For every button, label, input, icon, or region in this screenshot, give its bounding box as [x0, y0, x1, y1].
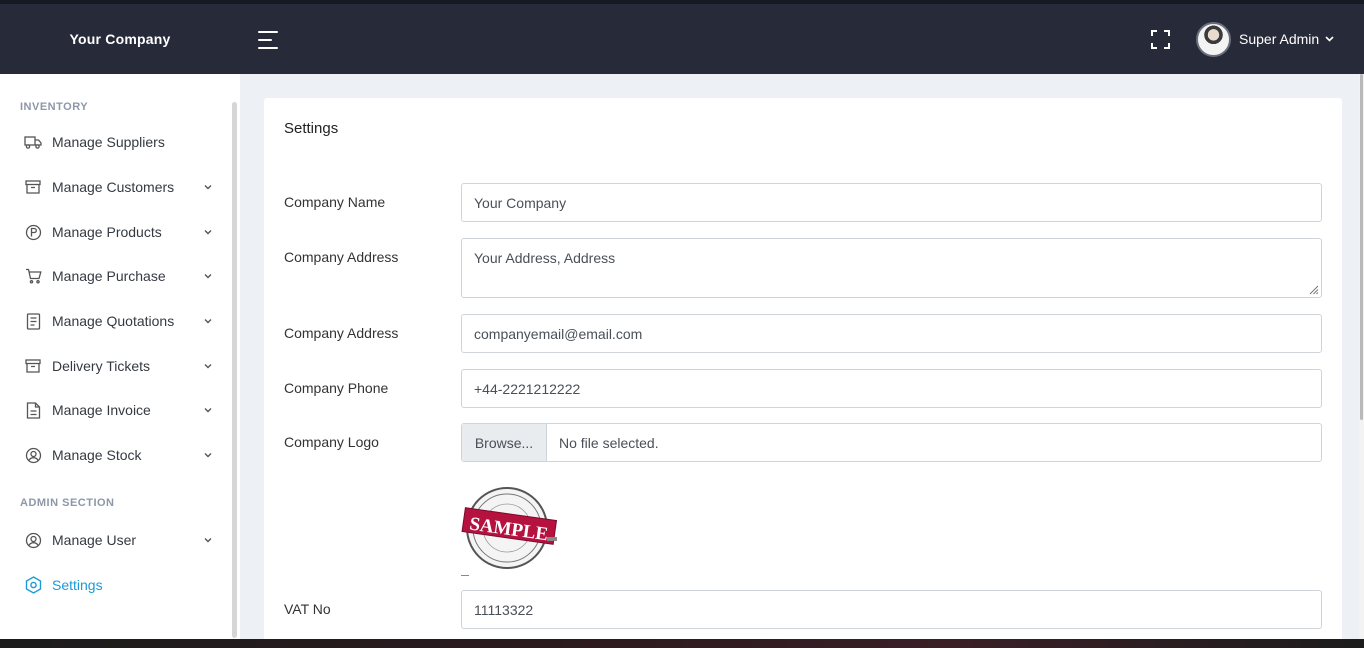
user-name: Super Admin	[1239, 31, 1320, 47]
sidebar-item-label: Manage Suppliers	[52, 134, 165, 150]
sidebar-item-label: Manage Purchase	[52, 268, 166, 284]
sidebar-item-label: Manage Customers	[52, 179, 175, 195]
company-phone-label: Company Phone	[284, 380, 389, 396]
sidebar-item-customers[interactable]: Manage Customers	[0, 167, 230, 207]
chevron-down-icon	[204, 230, 212, 235]
sidebar-item-invoice[interactable]: Manage Invoice	[0, 390, 230, 430]
page-title: Settings	[284, 120, 339, 137]
chevron-down-icon	[204, 453, 212, 458]
archive-icon	[24, 178, 42, 196]
company-logo-label: Company Logo	[284, 434, 379, 450]
invoice-icon	[24, 401, 42, 419]
logo-caption-mark	[461, 575, 469, 576]
app-window: Your Company Super Admin INVENTORY Manag…	[0, 4, 1364, 648]
taskbar-strip	[0, 639, 1364, 648]
page-scrollbar-thumb[interactable]	[1360, 74, 1363, 420]
sidebar-item-user[interactable]: Manage User	[0, 520, 230, 560]
chevron-down-icon	[204, 364, 212, 369]
sidebar-item-label: Delivery Tickets	[52, 358, 151, 374]
chevron-down-icon	[204, 185, 212, 190]
company-address-textarea[interactable]: Your Address, Address	[461, 238, 1322, 298]
section-title-inventory: INVENTORY	[20, 101, 89, 113]
chevron-down-icon	[204, 274, 212, 279]
section-title-admin: ADMIN SECTION	[20, 497, 115, 509]
vat-no-label: VAT No	[284, 601, 331, 617]
chevron-down-icon	[204, 319, 212, 324]
sidebar-item-label: Manage Quotations	[52, 313, 175, 329]
company-email-label: Company Address	[284, 325, 399, 341]
company-name-input[interactable]: Your Company	[461, 183, 1322, 222]
sidebar-item-label: Manage Products	[52, 224, 162, 240]
sidebar-item-stock[interactable]: Manage Stock	[0, 435, 230, 475]
document-icon	[24, 312, 42, 330]
user-circle-icon	[24, 446, 42, 464]
sidebar-item-quotations[interactable]: Manage Quotations	[0, 301, 230, 341]
sidebar-item-label: Manage Stock	[52, 447, 142, 463]
chevron-down-icon	[204, 538, 212, 543]
user-menu[interactable]: Super Admin	[1196, 21, 1334, 57]
page-scrollbar[interactable]	[1359, 74, 1364, 648]
chevron-down-icon	[1325, 36, 1334, 42]
vat-no-input[interactable]: 11113322	[461, 590, 1322, 629]
settings-card: Settings Company Name Your Company Compa…	[264, 98, 1342, 648]
sidebar: INVENTORY Manage Suppliers Manage Custom…	[0, 74, 240, 648]
sidebar-item-label: Manage User	[52, 532, 137, 548]
resize-handle-icon[interactable]	[1307, 283, 1319, 295]
company-logo-image: SAMPLE	[461, 487, 558, 569]
archive-icon	[24, 357, 42, 375]
cart-icon	[24, 267, 42, 285]
sidebar-item-settings[interactable]: Settings	[0, 565, 230, 605]
sidebar-item-label: Manage Invoice	[52, 402, 151, 418]
company-name-label: Company Name	[284, 194, 386, 210]
file-status-text: No file selected.	[559, 434, 659, 451]
sidebar-item-delivery-tickets[interactable]: Delivery Tickets	[0, 346, 230, 386]
sidebar-item-products[interactable]: Manage Products	[0, 212, 230, 252]
product-p-icon	[24, 223, 42, 241]
top-navbar: Your Company Super Admin	[0, 4, 1364, 74]
gear-icon	[24, 576, 42, 594]
company-phone-input[interactable]: +44-2221212222	[461, 369, 1322, 408]
sidebar-item-purchase[interactable]: Manage Purchase	[0, 256, 230, 296]
sidebar-item-label: Settings	[52, 577, 103, 593]
sidebar-scrollbar[interactable]	[232, 102, 237, 638]
brand-name[interactable]: Your Company	[0, 4, 240, 74]
browse-button[interactable]: Browse...	[462, 424, 547, 461]
avatar	[1196, 21, 1231, 57]
company-address-label: Company Address	[284, 249, 399, 265]
company-address-value: Your Address, Address	[474, 250, 616, 266]
fullscreen-icon[interactable]	[1151, 30, 1170, 49]
sidebar-item-suppliers[interactable]: Manage Suppliers	[0, 122, 230, 162]
menu-icon[interactable]	[258, 31, 278, 49]
company-email-input[interactable]: companyemail@email.com	[461, 314, 1322, 353]
user-circle-icon	[24, 531, 42, 549]
chevron-down-icon	[204, 408, 212, 413]
company-logo-file-input[interactable]: Browse... No file selected.	[461, 423, 1322, 462]
truck-icon	[24, 133, 42, 151]
